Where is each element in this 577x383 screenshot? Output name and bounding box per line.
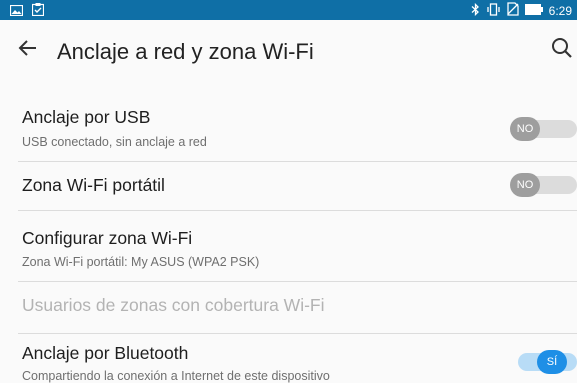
portable-hotspot-title: Zona Wi-Fi portátil bbox=[22, 175, 165, 195]
portable-hotspot-row[interactable]: Zona Wi-Fi portátil NO bbox=[0, 162, 577, 209]
portable-hotspot-toggle[interactable]: NO bbox=[510, 173, 577, 197]
configure-hotspot-subtitle: Zona Wi-Fi portátil: My ASUS (WPA2 PSK) bbox=[22, 255, 260, 269]
usb-tethering-row[interactable]: Anclaje por USB USB conectado, sin ancla… bbox=[0, 100, 577, 160]
battery-icon bbox=[524, 3, 543, 18]
toggle-thumb: NO bbox=[510, 173, 540, 197]
photo-icon bbox=[9, 3, 24, 21]
bluetooth-icon bbox=[471, 2, 480, 19]
status-time: 6:29 bbox=[548, 3, 572, 18]
usb-tethering-subtitle: USB conectado, sin anclaje a red bbox=[22, 135, 207, 149]
arrow-back-icon[interactable] bbox=[16, 36, 40, 60]
toggle-thumb: NO bbox=[510, 117, 540, 141]
bluetooth-tethering-row[interactable]: Anclaje por Bluetooth Compartiendo la co… bbox=[0, 334, 577, 383]
bluetooth-tethering-toggle[interactable]: SÍ bbox=[510, 350, 577, 374]
bluetooth-tethering-title: Anclaje por Bluetooth bbox=[22, 343, 189, 363]
usb-tethering-title: Anclaje por USB bbox=[22, 107, 151, 127]
clipboard-check-icon bbox=[31, 3, 45, 21]
no-sim-icon bbox=[506, 2, 519, 19]
hotspot-users-row: Usuarios de zonas con cobertura Wi-Fi bbox=[0, 282, 577, 332]
hotspot-users-title: Usuarios de zonas con cobertura Wi-Fi bbox=[22, 295, 325, 315]
usb-tethering-toggle[interactable]: NO bbox=[510, 117, 577, 141]
status-bar: 6:29 bbox=[0, 0, 577, 20]
bluetooth-tethering-subtitle: Compartiendo la conexión a Internet de e… bbox=[22, 369, 330, 383]
search-icon[interactable] bbox=[551, 37, 573, 59]
page-title: Anclaje a red y zona Wi-Fi bbox=[57, 39, 314, 64]
vibrate-icon bbox=[486, 2, 501, 19]
configure-hotspot-title: Configurar zona Wi-Fi bbox=[22, 228, 193, 248]
configure-hotspot-row[interactable]: Configurar zona Wi-Fi Zona Wi-Fi portáti… bbox=[0, 211, 577, 280]
toggle-thumb: SÍ bbox=[537, 350, 567, 374]
